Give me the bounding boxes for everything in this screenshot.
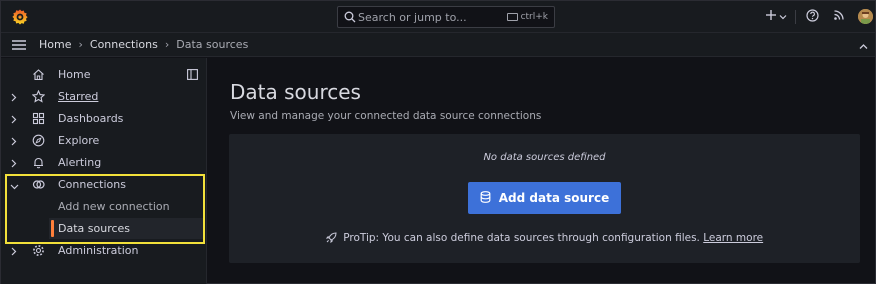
sidebar-item-starred[interactable]: Starred [1, 86, 206, 108]
rocket-icon [325, 232, 337, 246]
add-data-source-label: Add data source [498, 191, 610, 205]
protip: ProTip: You can also define data sources… [229, 232, 860, 246]
breadcrumb-home[interactable]: Home [39, 38, 71, 51]
grafana-logo-icon[interactable] [11, 8, 29, 26]
sidebar-item-label: Explore [58, 134, 100, 147]
database-icon [480, 190, 491, 206]
chevron-right-icon[interactable] [10, 246, 17, 259]
highlight-box [5, 174, 205, 244]
chevron-right-icon[interactable] [10, 158, 17, 171]
shortcut-label: ctrl+k [520, 12, 548, 22]
keyboard-shortcut: ctrl+k [506, 12, 548, 22]
chevron-right-icon[interactable] [10, 136, 17, 149]
chevron-right-icon[interactable] [10, 92, 17, 105]
sidebar-item-home[interactable]: Home [1, 64, 206, 86]
dashboards-icon [32, 112, 45, 128]
chevron-up-icon[interactable] [859, 41, 868, 54]
protip-text: ProTip: You can also define data sources… [343, 232, 700, 244]
sidebar-item-label: Administration [58, 244, 139, 257]
sidebar-item-label: Alerting [58, 156, 102, 169]
app-window: Search or jump to... ctrl+k Home › Conne… [0, 0, 876, 284]
sidebar-item-label: Starred [58, 90, 99, 103]
breadcrumb-separator: › [164, 38, 170, 51]
add-data-source-button[interactable]: Add data source [468, 182, 621, 214]
page-title: Data sources [230, 80, 361, 104]
top-bar: Search or jump to... ctrl+k [1, 1, 875, 33]
rss-icon[interactable] [833, 9, 845, 24]
page-subtitle: View and manage your connected data sour… [230, 110, 542, 122]
menu-icon[interactable] [12, 40, 26, 53]
sidebar-item-label: Home [58, 68, 91, 81]
sidebar-item-dashboards[interactable]: Dashboards [1, 108, 206, 130]
toolbar-divider [795, 10, 796, 24]
chevron-down-icon[interactable] [779, 11, 787, 24]
sidebar-item-explore[interactable]: Explore [1, 130, 206, 152]
compass-icon [32, 134, 45, 150]
breadcrumb-data-sources: Data sources [176, 38, 249, 51]
help-icon[interactable] [806, 9, 819, 25]
sidebar-item-alerting[interactable]: Alerting [1, 152, 206, 174]
learn-more-link[interactable]: Learn more [703, 232, 763, 244]
breadcrumb: Home › Connections › Data sources [39, 38, 248, 51]
empty-state-message: No data sources defined [483, 152, 606, 163]
star-icon [31, 89, 46, 106]
breadcrumb-separator: › [78, 38, 83, 51]
empty-state-panel: No data sources defined Add data source … [229, 134, 860, 263]
breadcrumb-connections[interactable]: Connections [90, 38, 158, 51]
search-input[interactable]: Search or jump to... ctrl+k [337, 6, 555, 28]
bell-icon [32, 156, 45, 172]
breadcrumb-bar: Home › Connections › Data sources [1, 33, 875, 57]
search-icon [344, 11, 356, 26]
sidebar-item-label: Dashboards [58, 112, 124, 125]
sidebar-nav: Home Starred Dashboards Explore Alerting… [1, 58, 207, 284]
plus-icon[interactable] [765, 9, 777, 24]
search-placeholder: Search or jump to... [358, 11, 467, 24]
chevron-right-icon[interactable] [10, 114, 17, 127]
cog-icon [32, 244, 45, 260]
keyboard-icon [506, 13, 518, 21]
avatar[interactable] [858, 9, 873, 24]
home-icon [32, 68, 45, 84]
